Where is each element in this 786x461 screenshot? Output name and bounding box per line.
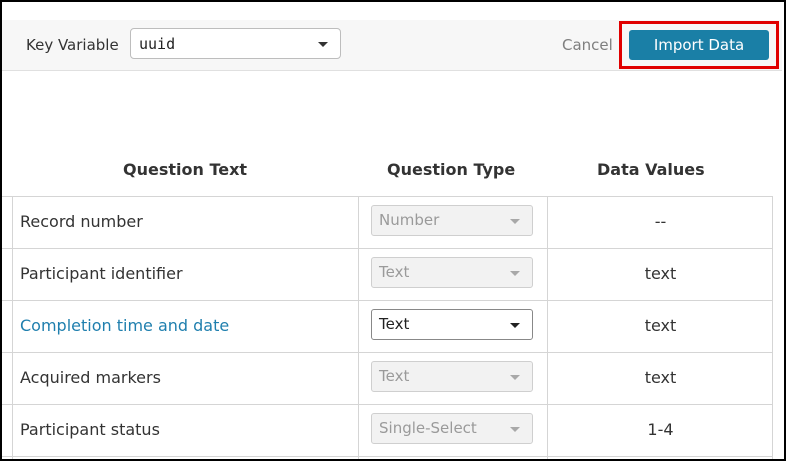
data-values-cell: text bbox=[644, 316, 677, 335]
question-text-link[interactable]: Completion time and date bbox=[20, 316, 229, 335]
table-row: Participant status Single-Select 1-4 bbox=[2, 404, 773, 457]
question-type-value: Number bbox=[379, 211, 440, 229]
import-button-highlight: Import Data bbox=[619, 21, 779, 69]
chevron-down-icon bbox=[510, 427, 520, 432]
key-variable-select[interactable]: uuid bbox=[130, 28, 341, 59]
data-values-cell: 1-4 bbox=[647, 420, 674, 439]
table-row: Acquired markers Text text bbox=[2, 352, 773, 404]
question-text-cell: Participant status bbox=[20, 420, 160, 439]
question-type-select: Text bbox=[371, 361, 533, 392]
header-data-values: Data Values bbox=[597, 160, 705, 179]
question-type-value: Single-Select bbox=[379, 419, 477, 437]
chevron-down-icon bbox=[318, 42, 328, 47]
chevron-down-icon bbox=[510, 375, 520, 380]
toolbar: Key Variable uuid Cancel Import Data bbox=[2, 20, 782, 71]
table-row: Participant identifier Text text bbox=[2, 248, 773, 300]
questions-table: Record number Number -- Participant iden… bbox=[2, 196, 773, 457]
question-type-select: Single-Select bbox=[371, 413, 533, 444]
question-type-select[interactable]: Text bbox=[371, 309, 533, 340]
question-text-cell: Acquired markers bbox=[20, 368, 161, 387]
question-type-select: Text bbox=[371, 257, 533, 288]
import-dialog: Key Variable uuid Cancel Import Data Que… bbox=[0, 0, 786, 461]
data-values-cell: text bbox=[644, 368, 677, 387]
data-values-cell: text bbox=[644, 264, 677, 283]
question-text-cell: Record number bbox=[20, 212, 143, 231]
import-data-button[interactable]: Import Data bbox=[629, 30, 769, 60]
header-question-text: Question Text bbox=[123, 160, 248, 179]
table-row: Record number Number -- bbox=[2, 196, 773, 248]
question-type-value: Text bbox=[379, 315, 410, 333]
table-row: Completion time and date Text text bbox=[2, 300, 773, 352]
question-text-cell: Participant identifier bbox=[20, 264, 183, 283]
cancel-button[interactable]: Cancel bbox=[562, 36, 613, 54]
chevron-down-icon bbox=[510, 271, 520, 276]
question-type-select: Number bbox=[371, 205, 533, 236]
key-variable-value: uuid bbox=[139, 35, 176, 53]
key-variable-label: Key Variable bbox=[26, 36, 119, 54]
question-type-value: Text bbox=[379, 263, 410, 281]
table-header: Question Text Question Type Data Values bbox=[2, 160, 782, 184]
chevron-down-icon bbox=[510, 219, 520, 224]
header-question-type: Question Type bbox=[387, 160, 516, 179]
chevron-down-icon bbox=[510, 323, 520, 328]
data-values-cell: -- bbox=[654, 212, 667, 231]
question-type-value: Text bbox=[379, 367, 410, 385]
